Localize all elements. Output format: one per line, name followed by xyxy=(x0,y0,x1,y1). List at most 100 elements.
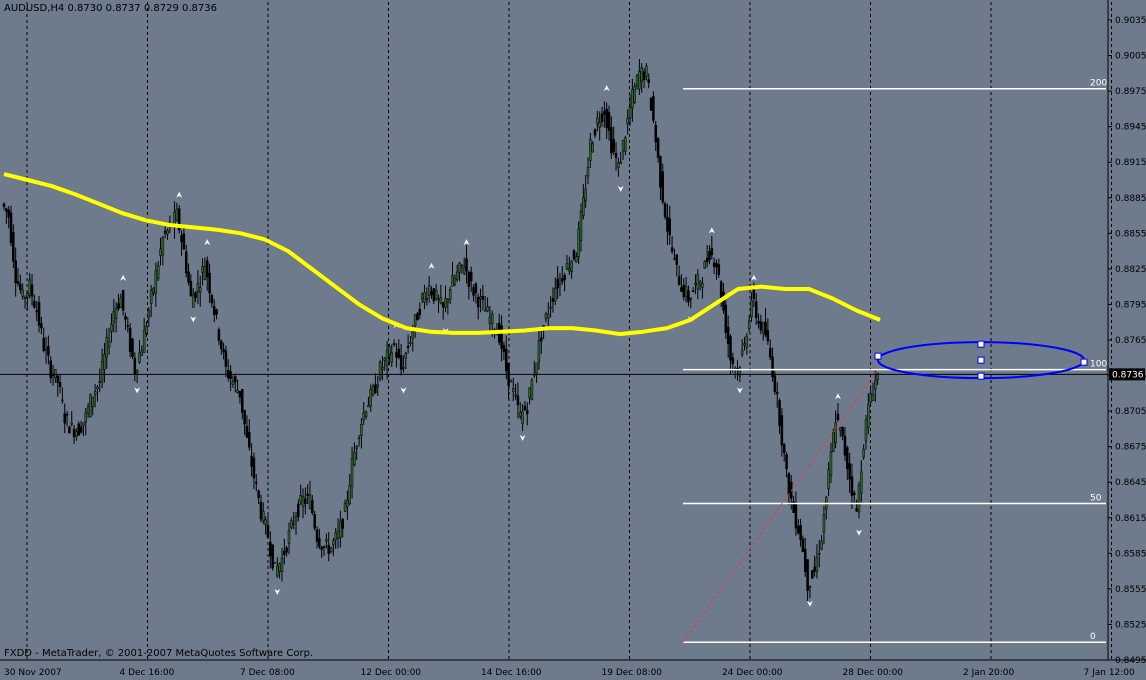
candle-body xyxy=(198,287,202,293)
candle-body xyxy=(273,561,277,564)
candle-body xyxy=(369,389,373,407)
candle-body xyxy=(425,298,429,300)
candle-body xyxy=(70,422,73,425)
time-tick-label: 7 Dec 08:00 xyxy=(240,668,295,678)
candle-body xyxy=(818,553,821,555)
candle-body xyxy=(327,544,330,554)
candle-body xyxy=(222,349,225,353)
fractal-down-marker xyxy=(400,387,407,394)
candle-body xyxy=(535,362,538,374)
candle-body xyxy=(40,323,43,329)
candle-body xyxy=(184,251,188,274)
candle-body xyxy=(850,476,854,496)
candle-body xyxy=(16,281,20,284)
candle-body xyxy=(306,493,309,496)
footer-copyright: FXDD - MetaTrader, © 2001-2007 MetaQuote… xyxy=(4,648,314,659)
candle-body xyxy=(262,510,265,521)
candle-body xyxy=(860,471,863,494)
fractal-down-marker xyxy=(736,387,743,394)
candle-body xyxy=(266,525,270,538)
candle-body xyxy=(684,286,688,297)
candle-body xyxy=(556,279,559,289)
candle-body xyxy=(212,306,216,315)
candle-body xyxy=(301,496,305,507)
candle-body xyxy=(180,235,183,243)
candle-body xyxy=(250,455,253,467)
candle-body xyxy=(257,490,260,498)
candle-body xyxy=(357,437,361,439)
candle-body xyxy=(848,463,851,480)
candle-body xyxy=(336,530,340,539)
price-tick-label: 0.8615 xyxy=(1115,514,1146,524)
price-tick-label: 0.9035 xyxy=(1115,16,1146,26)
candle-body xyxy=(353,451,356,466)
price-tick-label: 0.8495 xyxy=(1115,656,1146,666)
candle-body xyxy=(271,544,274,569)
candle-body xyxy=(56,375,59,383)
candle-body xyxy=(661,171,665,203)
candle-body xyxy=(612,138,615,152)
candle-body xyxy=(467,271,471,287)
candle-body xyxy=(710,248,714,256)
candle-body xyxy=(486,306,489,312)
candle-body xyxy=(231,381,235,385)
candle-body xyxy=(128,327,132,352)
fractal-up-marker xyxy=(834,393,841,400)
candle-body xyxy=(238,390,242,398)
candle-body xyxy=(161,237,165,256)
candle-body xyxy=(857,484,861,513)
candle-body xyxy=(841,426,844,437)
candle-body xyxy=(339,520,342,538)
ellipse-handle xyxy=(977,356,985,364)
candle-body xyxy=(607,112,611,131)
candle-body xyxy=(708,251,711,261)
candle-body xyxy=(430,291,433,296)
candle-body xyxy=(465,258,468,272)
candle-body xyxy=(593,129,597,136)
candle-body xyxy=(224,350,228,367)
candle-body xyxy=(175,208,179,221)
candle-body xyxy=(677,276,681,285)
symbol-label: AUDUSD,H4 xyxy=(4,3,65,14)
candle-body xyxy=(775,391,779,394)
candle-body xyxy=(259,501,263,520)
candle-body xyxy=(638,71,641,90)
candle-body xyxy=(834,422,837,444)
candle-body xyxy=(131,338,134,357)
time-tick-label: 12 Dec 00:00 xyxy=(361,668,422,678)
candle-body xyxy=(269,541,272,557)
candle-body xyxy=(229,371,232,379)
candle-body xyxy=(243,409,246,425)
price-chart[interactable]: 30 Nov 2007 4 Dec 16:00 7 Dec 08:00 12 Dec … xyxy=(0,0,1146,680)
candle-body xyxy=(420,293,424,299)
candle-body xyxy=(166,229,169,235)
candle-body xyxy=(832,432,835,452)
candle-body xyxy=(759,321,763,331)
candle-body xyxy=(687,290,690,303)
candle-body xyxy=(383,358,387,361)
candle-body xyxy=(437,298,440,300)
candle-body xyxy=(476,297,480,308)
moving-average-line xyxy=(3,172,881,337)
candle-body xyxy=(696,274,700,290)
candle-body xyxy=(490,313,494,325)
price-tick-label: 0.8585 xyxy=(1115,549,1146,559)
fractal-down-marker xyxy=(190,316,197,323)
candle-body xyxy=(624,137,627,152)
candle-body xyxy=(138,352,141,363)
candle-body xyxy=(479,296,482,300)
time-tick-label: 4 Dec 16:00 xyxy=(120,668,175,678)
candle-body xyxy=(460,264,464,267)
candle-body xyxy=(617,162,620,168)
fractal-up-marker xyxy=(120,274,127,281)
candle-body xyxy=(446,299,450,303)
candle-body xyxy=(864,419,868,442)
candle-body xyxy=(453,277,457,285)
candle-body xyxy=(839,427,842,431)
candle-body xyxy=(308,494,312,509)
ellipse-handle xyxy=(977,372,985,380)
candle-body xyxy=(621,140,625,152)
candle-body xyxy=(752,289,756,299)
candle-body xyxy=(549,306,552,309)
candle-body xyxy=(156,265,160,280)
